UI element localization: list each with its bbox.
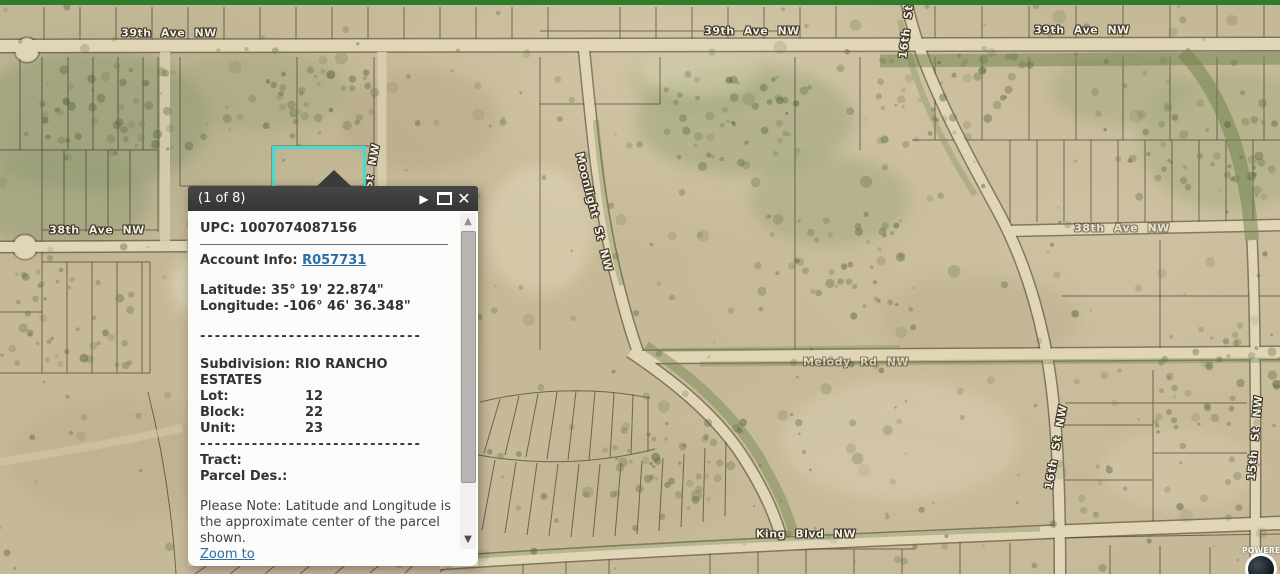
maximize-button[interactable]	[434, 186, 454, 211]
street-label: 39th Ave NW	[704, 25, 800, 38]
maximize-icon	[437, 192, 452, 205]
close-icon: ✕	[457, 189, 470, 208]
popup-body: UPC: 1007074087156 Account Info: R057731…	[188, 211, 478, 566]
highway-overlay	[0, 0, 1280, 5]
street-label: 38th Ave NW	[1074, 222, 1170, 235]
upc-line: UPC: 1007074087156	[200, 221, 448, 237]
popup-scrollbar[interactable]: ▲ ▼	[460, 213, 476, 549]
close-button[interactable]: ✕	[454, 186, 474, 211]
street-label: 39th Ave NW	[1034, 24, 1130, 37]
longitude-line: Longitude: -106° 46' 36.348"	[200, 299, 448, 315]
popup-pointer	[316, 170, 352, 187]
popup-header[interactable]: (1 of 8) ▶ ✕	[188, 186, 478, 211]
note-text: Please Note: Latitude and Longitude is t…	[200, 499, 456, 547]
subdivision-line: Subdivision: RIO RANCHO ESTATES	[200, 357, 428, 389]
street-label: 39th Ave NW	[121, 27, 217, 40]
scroll-up-button[interactable]: ▲	[460, 215, 476, 229]
next-parcel-button[interactable]: ▶	[414, 186, 434, 211]
separator-line: ------------------------------	[200, 329, 448, 345]
tract-line: Tract:	[200, 453, 448, 469]
scroll-down-button[interactable]: ▼	[460, 533, 476, 547]
map-canvas[interactable]: 39th Ave NW 39th Ave NW 39th Ave NW 38th Av…	[0, 0, 1280, 574]
parcel-des-line: Parcel Des.:	[200, 469, 448, 485]
parcel-info-popup: (1 of 8) ▶ ✕ UPC: 1007074087156 Account …	[188, 186, 478, 566]
account-info-line: Account Info: R057731	[200, 253, 448, 269]
zoom-to-link[interactable]: Zoom to	[200, 547, 255, 562]
latitude-line: Latitude: 35° 19' 22.874"	[200, 283, 448, 299]
popup-paging-title: (1 of 8)	[188, 191, 414, 206]
lot-row: Lot:12	[200, 389, 448, 405]
street-label: King Blvd NW	[756, 528, 856, 541]
esri-attribution-logo[interactable]: POWERED	[1236, 546, 1280, 574]
powered-by-text: POWERED	[1236, 546, 1280, 555]
separator-line-2: ------------------------------	[200, 437, 448, 453]
block-row: Block:22	[200, 405, 448, 421]
scroll-thumb[interactable]	[461, 231, 476, 483]
divider	[200, 244, 448, 245]
street-label: Melody Rd NW	[803, 356, 909, 369]
next-icon: ▶	[419, 192, 428, 206]
account-info-link[interactable]: R057731	[302, 253, 366, 268]
unit-row: Unit:23	[200, 421, 448, 437]
esri-globe-icon	[1248, 556, 1274, 574]
street-label: 38th Ave NW	[49, 224, 145, 237]
